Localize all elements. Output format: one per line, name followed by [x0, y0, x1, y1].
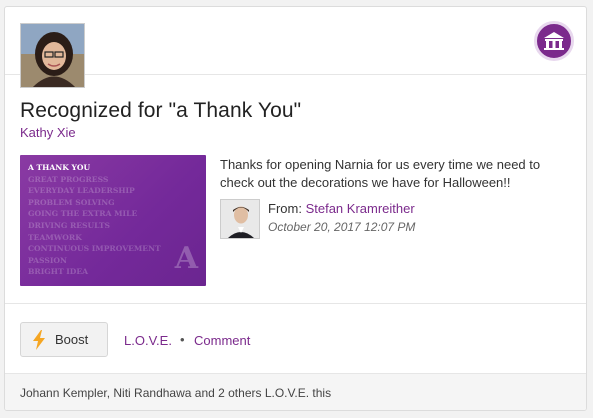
recipient-name-link[interactable]: Kathy Xie: [20, 125, 76, 140]
award-value: DRIVING RESULTS: [28, 220, 111, 230]
card-header: [5, 7, 586, 88]
recognition-message: Thanks for opening Narnia for us every t…: [220, 157, 541, 190]
award-value: CONTINUOUS IMPROVEMENT: [28, 244, 161, 254]
boost-label: Boost: [55, 332, 89, 347]
love-summary-text[interactable]: Johann Kempler, Niti Randhawa and 2 othe…: [20, 386, 331, 400]
award-logo: A: [174, 241, 198, 276]
recognition-card: Recognized for "a Thank You" Kathy Xie A…: [4, 6, 587, 411]
sender-avatar[interactable]: [220, 199, 260, 239]
award-value: PROBLEM SOLVING: [28, 197, 115, 207]
boost-button[interactable]: Boost: [20, 322, 108, 357]
sender-from: From: Stefan Kramreither: [268, 201, 415, 216]
action-separator: •: [180, 332, 185, 347]
sender-name-link[interactable]: Stefan Kramreither: [306, 201, 415, 216]
recipient-avatar[interactable]: [20, 23, 85, 88]
award-value: PASSION: [28, 255, 67, 265]
love-summary-footer: Johann Kempler, Niti Randhawa and 2 othe…: [5, 373, 586, 410]
comment-link[interactable]: Comment: [194, 333, 250, 348]
award-value: GREAT PROGRESS: [28, 174, 109, 184]
award-title: A THANK YOU: [28, 163, 91, 172]
award-value: TEAMWORK: [28, 232, 82, 242]
actions-bar: Boost L.O.V.E. • Comment: [5, 303, 586, 373]
love-link[interactable]: L.O.V.E.: [124, 333, 172, 348]
lightning-bolt-icon: [33, 329, 45, 350]
award-value: GOING THE EXTRA MILE: [28, 209, 138, 219]
award-value: BRIGHT IDEA: [28, 267, 89, 277]
award-values-list: A THANK YOU GREAT PROGRESS EVERYDAY LEAD…: [28, 162, 161, 278]
sender-timestamp: October 20, 2017 12:07 PM: [268, 220, 416, 234]
from-label: From:: [268, 201, 302, 216]
award-building-icon[interactable]: [534, 21, 574, 61]
recognition-title: Recognized for "a Thank You": [20, 99, 302, 122]
award-value: EVERYDAY LEADERSHIP: [28, 186, 135, 196]
award-image[interactable]: A THANK YOU GREAT PROGRESS EVERYDAY LEAD…: [20, 155, 206, 286]
